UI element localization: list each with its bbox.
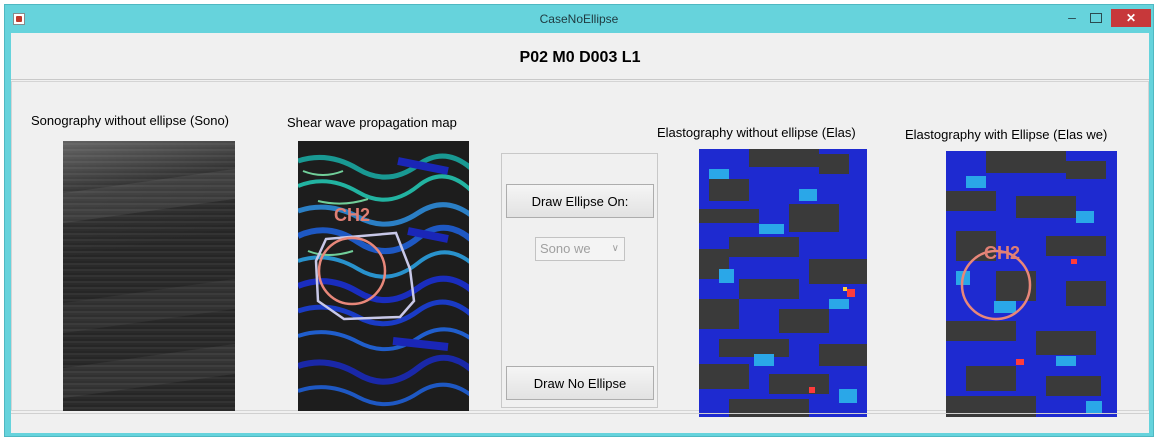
ellipse-target-value: Sono we xyxy=(540,241,591,256)
app-window: CaseNoEllipse – ✕ P02 M0 D003 L1 Sonogra… xyxy=(4,4,1154,437)
title-bar[interactable]: CaseNoEllipse – ✕ xyxy=(5,5,1153,33)
elas-caption: Elastography without ellipse (Elas) xyxy=(657,125,856,140)
header-panel: P02 M0 D003 L1 xyxy=(11,33,1149,80)
shear-ch2-label: CH2 xyxy=(334,205,370,225)
chevron-down-icon: ∨ xyxy=(611,243,619,254)
draw-no-ellipse-button[interactable]: Draw No Ellipse xyxy=(506,366,654,400)
case-title: P02 M0 D003 L1 xyxy=(519,49,641,66)
maximize-button[interactable] xyxy=(1086,9,1106,27)
client-area: P02 M0 D003 L1 Sonography without ellips… xyxy=(11,33,1149,433)
elastography-image xyxy=(699,149,867,417)
minimize-button[interactable]: – xyxy=(1062,9,1082,27)
draw-ellipse-on-button[interactable]: Draw Ellipse On: xyxy=(506,184,654,218)
sono-caption: Sonography without ellipse (Sono) xyxy=(31,113,230,128)
close-button[interactable]: ✕ xyxy=(1111,9,1151,27)
sono-image xyxy=(63,141,235,411)
elastography-ellipse-image: CH2 xyxy=(946,151,1117,417)
elas-we-caption: Elastography with Ellipse (Elas we) xyxy=(905,127,1108,142)
ellipse-target-select[interactable]: Sono we ∨ xyxy=(535,237,625,261)
status-strip xyxy=(11,413,1149,434)
elas-ch2-label: CH2 xyxy=(984,243,1020,263)
shear-caption: Shear wave propagation map xyxy=(287,115,457,130)
window-title: CaseNoEllipse xyxy=(539,12,619,26)
shear-wave-map-image: CH2 xyxy=(298,141,469,411)
ellipse-control-group: Draw Ellipse On: Sono we ∨ Draw No Ellip… xyxy=(501,153,658,408)
maximize-icon xyxy=(1090,13,1102,23)
